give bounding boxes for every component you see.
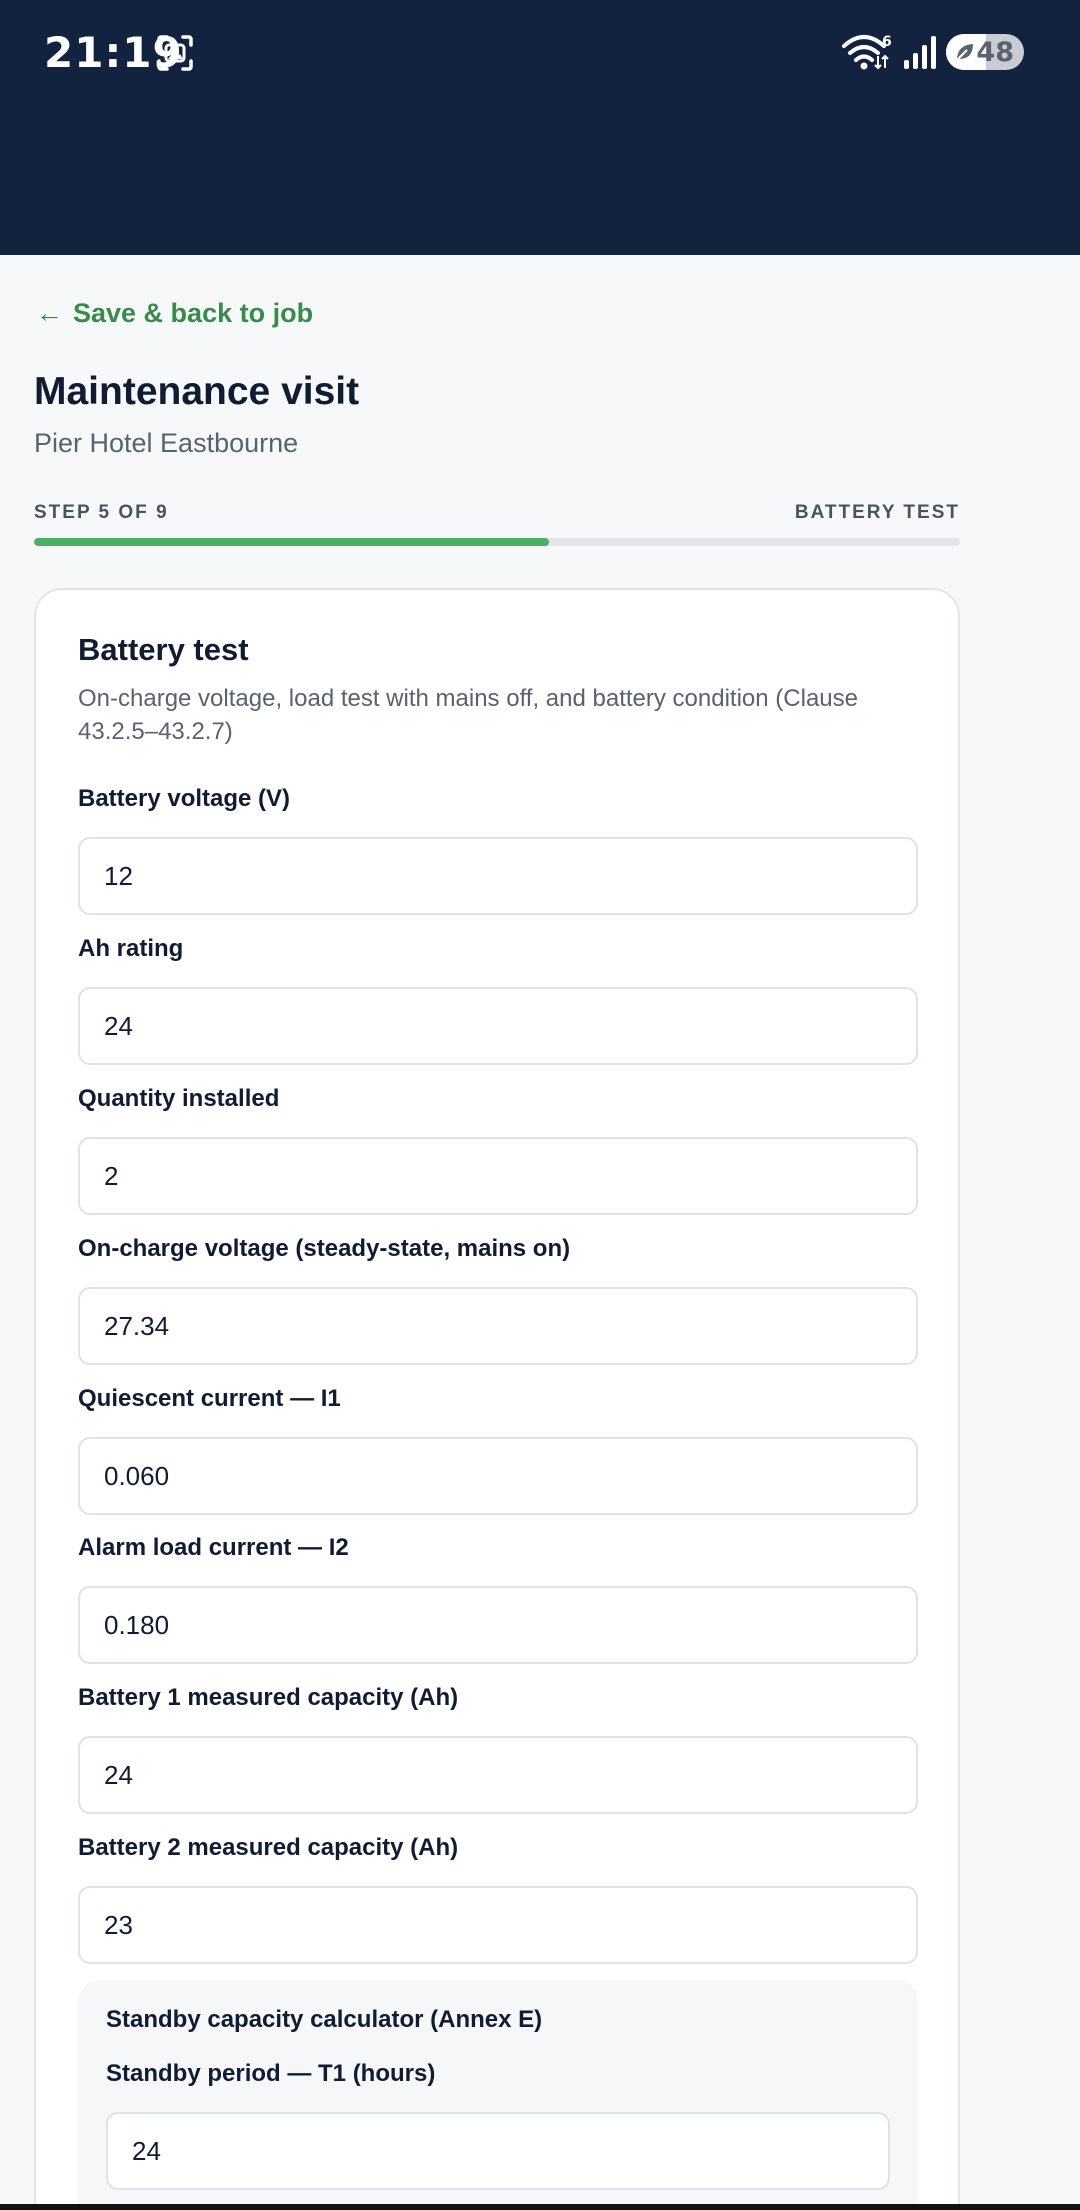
field-standby-period: Standby period — T1 (hours) 24 (106, 2060, 890, 2190)
back-link-label: Save & back to job (73, 298, 314, 328)
on-charge-voltage-input[interactable]: 27.34 (78, 1287, 918, 1365)
field-on-charge-voltage: On-charge voltage (steady-state, mains o… (78, 1235, 918, 1365)
page-subtitle: Pier Hotel Eastbourne (34, 428, 299, 458)
battery-voltage-input[interactable]: 12 (78, 837, 918, 915)
field-label: Quiescent current — I1 (78, 1385, 341, 1412)
quantity-installed-input[interactable]: 2 (78, 1137, 918, 1215)
gesture-bar (0, 2204, 1080, 2210)
save-and-back-link[interactable]: ← Save & back to job (36, 298, 313, 329)
standby-period-input[interactable]: 24 (106, 2112, 890, 2190)
field-battery1-capacity: Battery 1 measured capacity (Ah) 24 (78, 1684, 918, 1814)
standby-calculator: Standby capacity calculator (Annex E) St… (78, 1980, 918, 2210)
app-header-band: 21:19 6 48 (0, 0, 1080, 255)
field-battery-voltage: Battery voltage (V) 12 (78, 785, 918, 915)
arrow-left-icon: ← (36, 298, 63, 328)
field-label: Battery 1 measured capacity (Ah) (78, 1684, 459, 1711)
field-label: Battery 2 measured capacity (Ah) (78, 1834, 459, 1861)
page-title: Maintenance visit (34, 370, 360, 413)
battery-test-card: Battery test On-charge voltage, load tes… (34, 588, 960, 2210)
step-name: BATTERY TEST (794, 502, 960, 523)
field-label: Standby period — T1 (hours) (106, 2060, 436, 2087)
leaf-icon (956, 44, 973, 61)
step-counter: STEP 5 OF 9 (34, 502, 169, 523)
field-quantity-installed: Quantity installed 2 (78, 1085, 918, 1215)
field-label: Ah rating (78, 935, 184, 962)
field-alarm-load-current: Alarm load current — I2 0.180 (78, 1534, 918, 1664)
screenshot-icon (157, 35, 193, 71)
progress-fill (34, 538, 549, 546)
battery-level: 48 (976, 37, 1014, 68)
field-label: Battery voltage (V) (78, 785, 291, 812)
battery1-capacity-input[interactable]: 24 (78, 1736, 918, 1814)
wifi-badge: 6 (882, 34, 892, 50)
field-label: Quantity installed (78, 1085, 280, 1112)
battery2-capacity-input[interactable]: 23 (78, 1886, 918, 1964)
signal-icon (904, 36, 936, 69)
calculator-title: Standby capacity calculator (Annex E) (106, 2006, 543, 2033)
progress-bar (34, 538, 960, 546)
field-ah-rating: Ah rating 24 (78, 935, 918, 1065)
field-label: Alarm load current — I2 (78, 1534, 349, 1561)
alarm-load-current-input[interactable]: 0.180 (78, 1586, 918, 1664)
field-quiescent-current: Quiescent current — I1 0.060 (78, 1385, 918, 1515)
wifi-icon: 6 (842, 34, 892, 70)
card-description: On-charge voltage, load test with mains … (78, 685, 858, 745)
field-label: On-charge voltage (steady-state, mains o… (78, 1235, 571, 1262)
ah-rating-input[interactable]: 24 (78, 987, 918, 1065)
quiescent-current-input[interactable]: 0.060 (78, 1437, 918, 1515)
battery-icon: 48 (946, 34, 1024, 70)
field-battery2-capacity: Battery 2 measured capacity (Ah) 23 (78, 1834, 918, 1964)
card-title: Battery test (78, 632, 249, 667)
